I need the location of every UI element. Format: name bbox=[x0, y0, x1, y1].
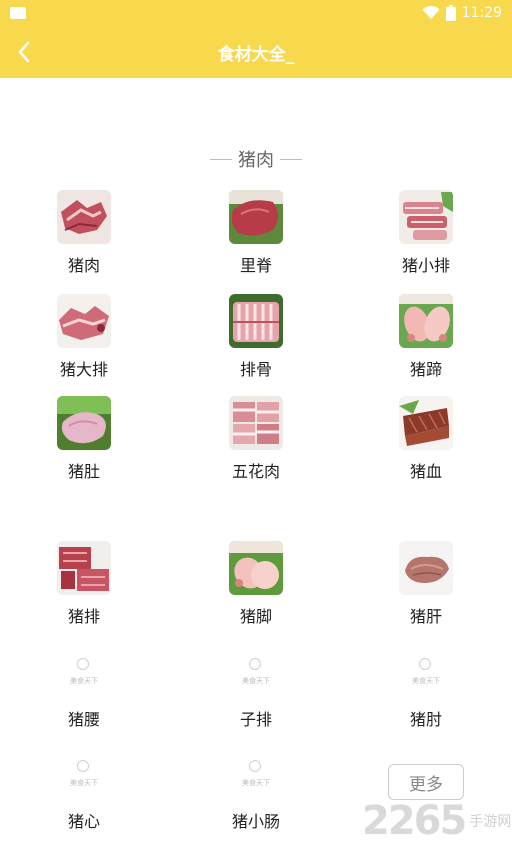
ingredient-label: 猪脚 bbox=[239, 607, 272, 626]
loading-circle-icon bbox=[419, 658, 431, 670]
ingredient-item[interactable]: 五花肉 bbox=[196, 396, 316, 482]
loading-circle-icon bbox=[249, 760, 261, 772]
image-placeholder: 美食天下 bbox=[229, 656, 283, 696]
spare-ribs-icon bbox=[229, 294, 283, 348]
divider-line bbox=[280, 158, 302, 160]
app-notification-icon bbox=[10, 7, 26, 19]
ingredient-item[interactable]: 美食天下 子排 bbox=[196, 656, 316, 730]
pork-belly-icon bbox=[229, 396, 283, 450]
pork-blood-icon bbox=[399, 396, 453, 450]
watermark-number: 2265 bbox=[362, 798, 467, 844]
status-time: 11:29 bbox=[461, 5, 502, 21]
pork-tripe-icon bbox=[57, 396, 111, 450]
divider-line bbox=[210, 158, 232, 160]
ingredient-label: 猪肉 bbox=[67, 256, 100, 275]
ingredient-item[interactable]: 猪大排 bbox=[24, 294, 144, 380]
ingredient-item[interactable]: 猪排 bbox=[24, 541, 144, 627]
battery-icon bbox=[445, 5, 456, 21]
placeholder-text: 美食天下 bbox=[70, 779, 98, 787]
ingredient-label: 猪腰 bbox=[67, 710, 100, 729]
ingredient-item[interactable]: 美食天下 猪腰 bbox=[24, 656, 144, 730]
loading-circle-icon bbox=[249, 658, 261, 670]
ingredient-label: 猪肝 bbox=[409, 607, 442, 626]
ingredient-item[interactable]: 排骨 bbox=[196, 294, 316, 380]
ingredient-item[interactable]: 猪小排 bbox=[366, 190, 486, 276]
pork-cutlet-icon bbox=[57, 541, 111, 595]
loading-circle-icon bbox=[77, 658, 89, 670]
ingredient-label: 猪大排 bbox=[59, 360, 108, 379]
ingredient-item[interactable]: 美食天下 猪小肠 bbox=[196, 758, 316, 832]
tenderloin-icon bbox=[229, 190, 283, 244]
ingredient-item[interactable]: 猪脚 bbox=[196, 541, 316, 627]
placeholder-text: 美食天下 bbox=[242, 677, 270, 685]
ingredient-item[interactable]: 猪肝 bbox=[366, 541, 486, 627]
ingredient-item[interactable]: 猪血 bbox=[366, 396, 486, 482]
ingredient-item[interactable]: 猪蹄 bbox=[366, 294, 486, 380]
image-placeholder: 美食天下 bbox=[57, 758, 111, 798]
pork-icon bbox=[57, 190, 111, 244]
ingredient-item[interactable]: 美食天下 猪心 bbox=[24, 758, 144, 832]
ingredient-label: 猪小排 bbox=[401, 256, 450, 275]
ingredient-label: 猪排 bbox=[67, 607, 100, 626]
ingredient-label: 里脊 bbox=[239, 256, 272, 275]
ingredient-item[interactable]: 美食天下 猪肘 bbox=[366, 656, 486, 730]
ingredient-item[interactable]: 猪肚 bbox=[24, 396, 144, 482]
app-bar: 食材大全_ bbox=[0, 26, 512, 78]
pork-liver-icon bbox=[399, 541, 453, 595]
ingredient-label: 猪肚 bbox=[67, 462, 100, 481]
ingredient-label: 子排 bbox=[239, 710, 272, 729]
placeholder-text: 美食天下 bbox=[70, 677, 98, 685]
status-right: 11:29 bbox=[422, 4, 502, 22]
section-header: 猪肉 bbox=[0, 146, 512, 172]
status-bar: 11:29 bbox=[0, 0, 512, 26]
wifi-icon bbox=[422, 6, 440, 19]
ingredient-label: 猪心 bbox=[67, 812, 100, 831]
image-placeholder: 美食天下 bbox=[229, 758, 283, 798]
ingredient-label: 猪蹄 bbox=[409, 360, 442, 379]
pork-chop-icon bbox=[57, 294, 111, 348]
watermark: 2265 手游网 bbox=[362, 800, 511, 842]
image-placeholder: 美食天下 bbox=[57, 656, 111, 696]
ingredient-label: 排骨 bbox=[239, 360, 272, 379]
section-title: 猪肉 bbox=[238, 150, 274, 171]
ingredient-item[interactable]: 里脊 bbox=[196, 190, 316, 276]
trotters-icon bbox=[399, 294, 453, 348]
small-ribs-icon bbox=[399, 190, 453, 244]
pig-feet-icon bbox=[229, 541, 283, 595]
ingredient-label: 猪血 bbox=[409, 462, 442, 481]
ingredient-label: 猪肘 bbox=[409, 710, 442, 729]
ingredient-item[interactable]: 猪肉 bbox=[24, 190, 144, 276]
placeholder-text: 美食天下 bbox=[242, 779, 270, 787]
page-title: 食材大全_ bbox=[217, 45, 295, 65]
loading-circle-icon bbox=[77, 760, 89, 772]
image-placeholder: 美食天下 bbox=[399, 656, 453, 696]
ingredient-label: 猪小肠 bbox=[231, 812, 280, 831]
ingredient-label: 五花肉 bbox=[231, 462, 280, 481]
watermark-site: 手游网 bbox=[469, 814, 512, 830]
placeholder-text: 美食天下 bbox=[412, 677, 440, 685]
more-button[interactable]: 更多 bbox=[388, 764, 464, 800]
